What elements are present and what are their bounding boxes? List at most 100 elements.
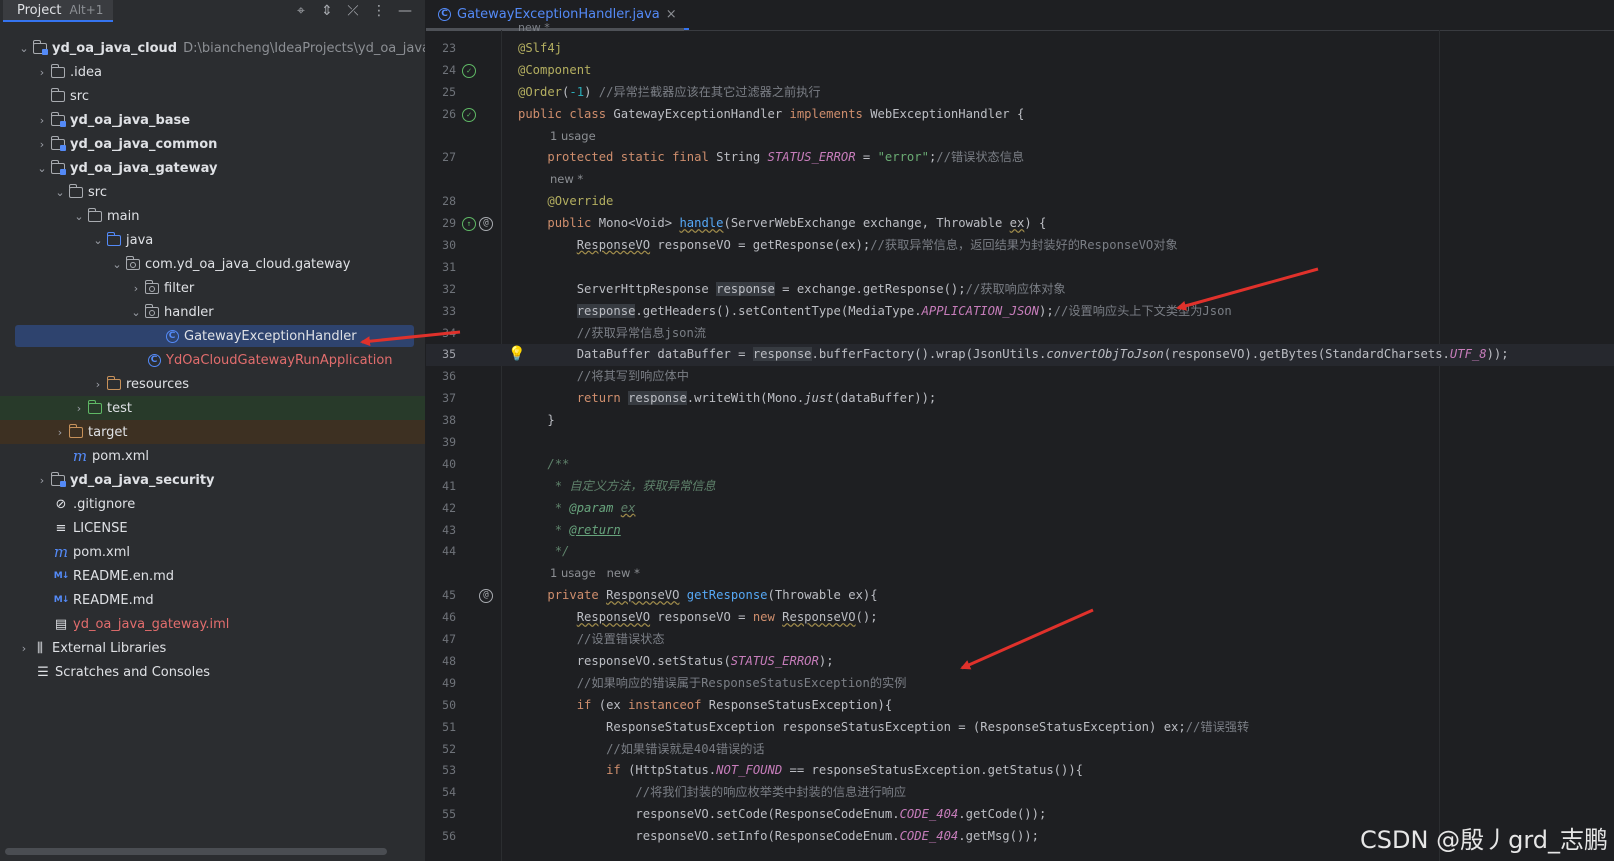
tree-item-root-module[interactable]: ⌄ yd_oa_java_cloud D:\biancheng\IdeaProj… <box>0 36 425 60</box>
chevron-right-icon[interactable]: › <box>16 640 32 656</box>
code-line[interactable]: 26 ✓ public class GatewayExceptionHandler … <box>426 104 1614 126</box>
tree-item-resources[interactable]: › resources <box>0 372 425 396</box>
line-number: 38 <box>442 413 456 428</box>
chevron-right-icon[interactable]: › <box>52 424 68 440</box>
code-line[interactable]: 42 * @param ex <box>426 498 1614 520</box>
chevron-right-icon[interactable]: › <box>71 400 87 416</box>
tree-item-external-libraries[interactable]: › ⫼ External Libraries <box>0 636 425 660</box>
chevron-down-icon[interactable]: ⌄ <box>52 184 68 200</box>
code-line[interactable]: 33 response.getHeaders().setContentType(… <box>426 301 1614 323</box>
code-line[interactable]: 27 protected static final String STATUS_… <box>426 147 1614 169</box>
project-tab[interactable]: Project Alt+1 <box>3 0 114 22</box>
at-gutter-icon[interactable]: @ <box>479 217 493 232</box>
chevron-right-icon[interactable]: › <box>34 112 50 128</box>
chevron-right-icon[interactable]: › <box>128 280 144 296</box>
code-line[interactable]: 51 ResponseStatusException responseStatu… <box>426 717 1614 739</box>
code-line[interactable]: 32 ServerHttpResponse response = exchang… <box>426 279 1614 301</box>
source-folder-icon <box>106 231 122 248</box>
chevron-down-icon[interactable]: ⌄ <box>90 232 106 248</box>
tree-item-license[interactable]: ≡ LICENSE <box>0 516 425 540</box>
code-line-current[interactable]: 35 💡 DataBuffer dataBuffer = response.buf… <box>426 344 1614 367</box>
close-icon[interactable]: × <box>666 7 677 22</box>
code-line[interactable]: 52 //如果错误就是404错误的话 <box>426 739 1614 761</box>
tree-item-scratches[interactable]: ☰ Scratches and Consoles <box>0 660 425 684</box>
code-line[interactable]: 46 ResponseVO responseVO = new ResponseV… <box>426 607 1614 629</box>
expand-collapse-icon[interactable]: ⇕ <box>317 1 337 21</box>
locate-icon[interactable]: ⌖ <box>291 1 311 21</box>
code-line[interactable]: 25 @Order(-1) //异常拦截器应该在其它过滤器之前执行 <box>426 82 1614 104</box>
chevron-down-icon[interactable]: ⌄ <box>109 256 125 272</box>
line-number: 32 <box>442 281 456 296</box>
chevron-down-icon[interactable]: ⌄ <box>128 304 144 320</box>
tree-item-readme-en[interactable]: M↓ README.en.md <box>0 564 425 588</box>
line-number: 48 <box>442 653 456 668</box>
chevron-right-icon[interactable]: › <box>34 472 50 488</box>
code-line[interactable]: 39 <box>426 432 1614 454</box>
code-line[interactable]: 37 return response.writeWith(Mono.just(d… <box>426 388 1614 410</box>
code-line[interactable]: 45 @ private ResponseVO getResponse(Throw… <box>426 585 1614 607</box>
more-icon[interactable]: ⋮ <box>369 1 389 21</box>
code-line[interactable]: 28 @Override <box>426 191 1614 213</box>
code-line[interactable]: 49 //如果响应的错误属于ResponseStatusException的实例 <box>426 673 1614 695</box>
code-line[interactable]: 29 ↑ @ public Mono<Void> handle(ServerWebE… <box>426 213 1614 235</box>
chevron-down-icon[interactable]: ⌄ <box>71 208 87 224</box>
code-line[interactable]: 53 if (HttpStatus.NOT_FOUND == responseS… <box>426 760 1614 782</box>
line-number: 50 <box>442 697 456 712</box>
code-line[interactable]: 41 * 自定义方法，获取异常信息 <box>426 476 1614 498</box>
tree-item-src[interactable]: src <box>0 84 425 108</box>
code-line[interactable]: 34 //获取异常信息json流 <box>426 323 1614 345</box>
code-line[interactable]: 38 } <box>426 410 1614 432</box>
tree-item-gateway-src[interactable]: ⌄ src <box>0 180 425 204</box>
code-line[interactable]: 44 */ <box>426 541 1614 563</box>
tree-item-gitignore[interactable]: ⊘ .gitignore <box>0 492 425 516</box>
chevron-right-icon[interactable]: › <box>34 64 50 80</box>
chevron-right-icon[interactable]: › <box>90 376 106 392</box>
tree-item-readme[interactable]: M↓ README.md <box>0 588 425 612</box>
tree-item-label: LICENSE <box>73 520 128 536</box>
folder-icon <box>68 183 84 200</box>
tree-item-gateway-exception-handler[interactable]: C GatewayExceptionHandler <box>0 324 425 348</box>
maven-icon: m <box>53 543 69 561</box>
chevron-down-icon[interactable]: ⌄ <box>34 160 50 176</box>
collapse-all-icon[interactable]: ⤫ <box>343 1 363 21</box>
tree-item-gateway-pom[interactable]: m pom.xml <box>0 444 425 468</box>
code-line[interactable]: 24 ✓ @Component <box>426 60 1614 82</box>
bean-gutter-icon[interactable]: ✓ <box>462 107 476 122</box>
tree-item-root-pom[interactable]: m pom.xml <box>0 540 425 564</box>
override-gutter-icon[interactable]: ↑ <box>462 217 476 232</box>
at-gutter-icon[interactable]: @ <box>479 589 493 604</box>
minimize-icon[interactable]: — <box>395 1 415 21</box>
tree-item-iml[interactable]: ▤ yd_oa_java_gateway.iml <box>0 612 425 636</box>
chevron-right-icon[interactable]: › <box>34 136 50 152</box>
code-line[interactable]: 48 responseVO.setStatus(STATUS_ERROR); <box>426 651 1614 673</box>
code-line[interactable]: 43 * @return <box>426 520 1614 542</box>
horizontal-scrollbar[interactable] <box>5 848 387 855</box>
tree-item-label: handler <box>164 304 214 320</box>
tree-item-run-application[interactable]: C YdOaCloudGatewayRunApplication <box>0 348 425 372</box>
tree-item-module-gateway[interactable]: ⌄ yd_oa_java_gateway <box>0 156 425 180</box>
tree-item-test[interactable]: › test <box>0 396 425 420</box>
tree-item-filter[interactable]: › filter <box>0 276 425 300</box>
tree-item-package[interactable]: ⌄ com.yd_oa_java_cloud.gateway <box>0 252 425 276</box>
bean-gutter-icon[interactable]: ✓ <box>462 63 476 78</box>
tree-item-module-security[interactable]: › yd_oa_java_security <box>0 468 425 492</box>
tree-item-module-common[interactable]: › yd_oa_java_common <box>0 132 425 156</box>
code-line[interactable]: 23 @Slf4j <box>426 38 1614 60</box>
tree-item-module-base[interactable]: › yd_oa_java_base <box>0 108 425 132</box>
code-line[interactable]: 30 ResponseVO responseVO = getResponse(e… <box>426 235 1614 257</box>
code-editor[interactable]: C GatewayExceptionHandler.java × new * 2… <box>426 0 1614 861</box>
code-line[interactable]: 31 <box>426 257 1614 279</box>
code-line[interactable]: 54 //将我们封装的响应枚举类中封装的信息进行响应 <box>426 782 1614 804</box>
tree-item-handler[interactable]: ⌄ handler <box>0 300 425 324</box>
chevron-down-icon[interactable]: ⌄ <box>16 40 32 56</box>
code-area[interactable]: new * 23 @Slf4j 24 ✓ @Component 25 @Order(-1… <box>426 22 1614 848</box>
code-line[interactable]: 47 //设置错误状态 <box>426 629 1614 651</box>
code-line[interactable]: 36 //将其写到响应体中 <box>426 366 1614 388</box>
line-number: 42 <box>442 500 456 515</box>
code-line[interactable]: 40 /** <box>426 454 1614 476</box>
tree-item-idea[interactable]: › .idea <box>0 60 425 84</box>
code-line[interactable]: 50 if (ex instanceof ResponseStatusExcep… <box>426 695 1614 717</box>
tree-item-main[interactable]: ⌄ main <box>0 204 425 228</box>
tree-item-java[interactable]: ⌄ java <box>0 228 425 252</box>
tree-item-target[interactable]: › target <box>0 420 425 444</box>
